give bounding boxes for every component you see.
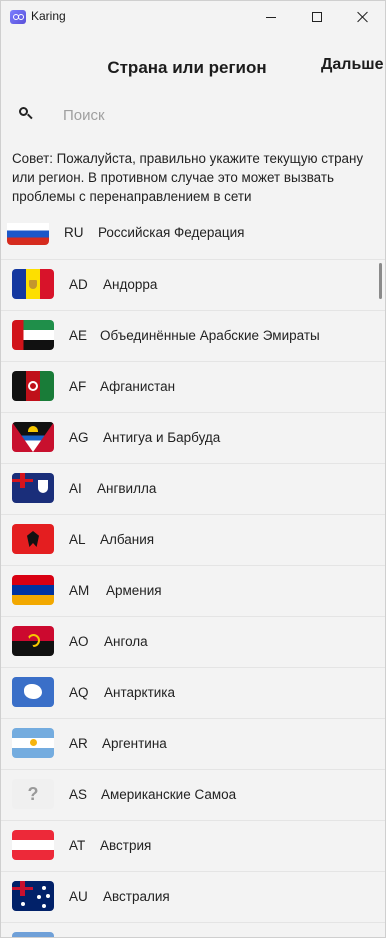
flag-icon — [12, 932, 54, 937]
maximize-button[interactable] — [294, 1, 340, 33]
country-code: AF — [69, 379, 87, 394]
country-name: Аргентина — [102, 736, 167, 751]
next-button[interactable]: Дальше — [321, 56, 384, 74]
country-row-ar[interactable]: AR Аргентина — [1, 719, 385, 770]
country-name: Антарктика — [104, 685, 176, 700]
country-name: Объединённые Арабские Эмираты — [100, 328, 320, 343]
country-name: Ангола — [104, 634, 148, 649]
close-icon — [357, 11, 369, 23]
country-code: AU — [69, 889, 88, 904]
minimize-button[interactable] — [248, 1, 294, 33]
country-code: AR — [69, 736, 88, 751]
karing-logo-icon — [10, 10, 26, 24]
country-code: AE — [69, 328, 88, 343]
country-row-as[interactable]: ? AS Американские Самоа — [1, 770, 385, 821]
country-name: Антигуа и Барбуда — [103, 430, 221, 445]
country-name: Австрия — [100, 838, 152, 853]
country-row-af[interactable]: AF Афганистан — [1, 362, 385, 413]
country-row-al[interactable]: AL Албания — [1, 515, 385, 566]
country-row-next[interactable] — [1, 923, 385, 937]
search-icon — [19, 107, 33, 121]
maximize-icon — [312, 12, 322, 22]
am-flag-icon — [12, 575, 54, 605]
window-title: Karing — [31, 9, 66, 23]
aq-flag-icon — [12, 677, 54, 707]
country-row-ag[interactable]: AG Антигуа и Барбуда — [1, 413, 385, 464]
country-row-ai[interactable]: AI Ангвилла — [1, 464, 385, 515]
al-flag-icon — [12, 524, 54, 554]
ag-flag-icon — [12, 422, 54, 452]
minimize-icon — [266, 16, 276, 18]
country-row-am[interactable]: AM Армения — [1, 566, 385, 617]
ad-flag-icon — [12, 269, 54, 299]
page-title: Страна или регион — [107, 58, 267, 77]
country-code: AL — [69, 532, 86, 547]
country-row-aq[interactable]: AQ Антарктика — [1, 668, 385, 719]
ai-flag-icon — [12, 473, 54, 503]
country-name: Андорра — [103, 277, 158, 292]
country-row-au[interactable]: AU Австралия — [1, 872, 385, 923]
tip-text: Совет: Пожалуйста, правильно укажите тек… — [12, 151, 364, 204]
country-name: Австралия — [103, 889, 170, 904]
ru-flag-icon — [7, 223, 49, 245]
af-flag-icon — [12, 371, 54, 401]
country-code: AO — [69, 634, 89, 649]
country-name: Армения — [106, 583, 162, 598]
search-bar — [1, 95, 385, 135]
country-code: AG — [69, 430, 89, 445]
country-name: Американские Самоа — [101, 787, 237, 802]
country-name: Афганистан — [100, 379, 176, 394]
country-row-ao[interactable]: AO Ангола — [1, 617, 385, 668]
ae-flag-icon — [12, 320, 54, 350]
country-list: RU Российская Федерация AD Андорра AE Об… — [1, 213, 385, 937]
search-input[interactable] — [63, 103, 363, 127]
country-name: Российская Федерация — [98, 225, 245, 240]
at-flag-icon — [12, 830, 54, 860]
app-window: Karing Страна или регион Дальше Совет: П… — [0, 0, 386, 938]
scrollbar-thumb[interactable] — [379, 263, 382, 299]
ar-flag-icon — [12, 728, 54, 758]
ao-flag-icon — [12, 626, 54, 656]
country-code: AS — [69, 787, 88, 802]
country-code: AI — [69, 481, 82, 496]
country-name: Ангвилла — [97, 481, 157, 496]
country-code: AD — [69, 277, 88, 292]
country-row-ae[interactable]: AE Объединённые Арабские Эмираты — [1, 311, 385, 362]
country-row-at[interactable]: AT Австрия — [1, 821, 385, 872]
country-code: AM — [69, 583, 90, 598]
title-bar: Karing — [1, 1, 385, 33]
country-name: Албания — [100, 532, 155, 547]
country-code: RU — [64, 225, 84, 240]
country-code: AT — [69, 838, 86, 853]
au-flag-icon — [12, 881, 54, 911]
country-code: AQ — [69, 685, 89, 700]
unknown-flag-icon: ? — [12, 779, 54, 809]
country-row-ad[interactable]: AD Андорра — [1, 260, 385, 311]
close-button[interactable] — [340, 1, 385, 33]
country-row-ru[interactable]: RU Российская Федерация — [1, 213, 385, 260]
